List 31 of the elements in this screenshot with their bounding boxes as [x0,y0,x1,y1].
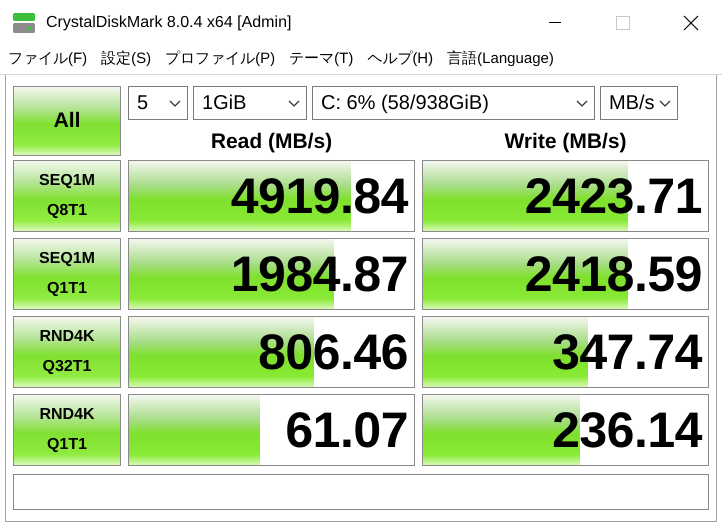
column-header: Read (MB/s) [210,129,334,156]
test-button[interactable]: RND4K Q1T1 [13,394,121,466]
dropdown[interactable]: C: 6% (58/938GiB) [312,86,595,120]
menu-item[interactable]: ファイル(F) [8,48,88,71]
test-button[interactable]: SEQ1M Q8T1 [13,160,121,232]
menu-item[interactable]: ヘルプ(H) [367,48,434,71]
close-icon [683,14,699,30]
chevron-down-icon [288,100,300,106]
column-header: Write (MB/s) [503,129,628,156]
comment-field[interactable] [13,474,709,510]
menu-item[interactable]: 設定(S) [101,48,152,71]
dropdown[interactable]: 5 [128,86,188,120]
menu-item[interactable]: プロファイル(P) [165,48,276,71]
result-value: 236.14 [552,403,702,457]
menu-item[interactable]: 言語(Language) [447,48,554,71]
menu-item[interactable]: テーマ(T) [289,48,354,71]
all-button[interactable]: All [13,86,121,156]
test-button[interactable]: RND4K Q32T1 [13,316,121,388]
chevron-down-icon [169,100,181,106]
chevron-down-icon [576,100,588,106]
result-value: 806.46 [258,325,408,379]
result-value: 61.07 [285,403,408,457]
window-title: CrystalDiskMark 8.0.4 x64 [Admin] [46,12,292,32]
chevron-down-icon [659,100,671,106]
minimize-icon [549,22,561,24]
drive-icon [12,12,36,34]
test-button[interactable]: SEQ1M Q1T1 [13,238,121,310]
dropdown[interactable]: MB/s [600,86,678,120]
dropdown[interactable]: 1GiB [193,86,307,120]
result-value: 347.74 [552,325,702,379]
maximize-icon [616,16,630,30]
